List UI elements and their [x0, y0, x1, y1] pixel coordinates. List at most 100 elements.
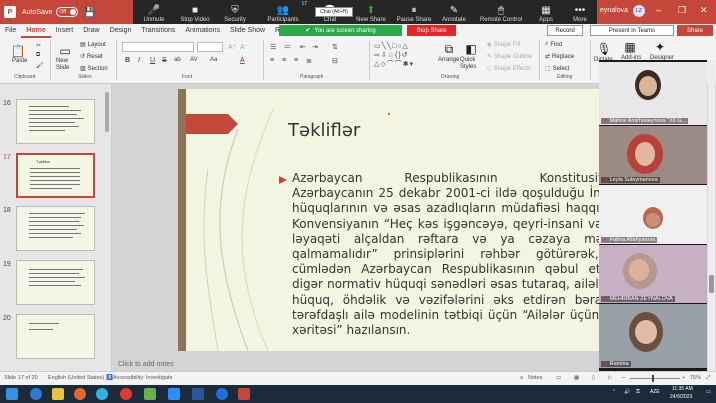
slide-title[interactable]: Təkliflər — [288, 120, 360, 141]
align-text-icon[interactable]: ⊟ — [332, 57, 338, 65]
accessibility-status[interactable]: Accessibility: Investigate — [113, 375, 173, 381]
font-color-button[interactable]: A — [240, 57, 245, 64]
slide-body-text[interactable]: Azərbaycan Respublikasının Konstitusiyas… — [292, 171, 599, 338]
remote-control-button[interactable]: 🖱 Remote Control — [473, 0, 529, 25]
zoom-level[interactable]: 75% — [690, 375, 701, 381]
normal-view-icon[interactable]: ▭ — [556, 375, 561, 381]
language-tray[interactable]: AZE — [650, 389, 660, 395]
notification-icon[interactable]: ▭ — [706, 389, 711, 395]
strikethrough-button[interactable]: S — [162, 57, 167, 64]
reset-button[interactable]: ↺ Reset — [80, 53, 103, 61]
shadow-button[interactable]: ab — [174, 57, 181, 63]
paste-button[interactable]: Paste — [12, 58, 27, 64]
record-button[interactable]: Record — [547, 25, 583, 36]
replace-button[interactable]: ⇄ Replace — [545, 53, 574, 61]
justify-icon[interactable]: ≣ — [306, 57, 312, 65]
accessibility-icon[interactable]: ♿ — [106, 375, 113, 381]
powerpoint-taskbar-icon[interactable] — [238, 388, 250, 400]
decrease-font-icon[interactable]: A⁻ — [240, 43, 248, 51]
participant-tile[interactable]: ✕ MEHRIBAN ZEYNALOVA — [599, 245, 707, 303]
tray-arrow-icon[interactable]: ⌃ — [612, 389, 616, 395]
apps-button[interactable]: ▦ Apps — [529, 0, 563, 25]
underline-button[interactable]: U — [150, 57, 155, 64]
participant-tile[interactable]: ✕ Ramina — [599, 304, 707, 368]
close-icon[interactable]: ✕ — [700, 5, 708, 16]
increase-font-icon[interactable]: A⁺ — [228, 43, 236, 51]
file-explorer-icon[interactable] — [52, 388, 64, 400]
current-slide[interactable]: Təkliflər Azərbaycan Respublikasının Kon… — [178, 89, 599, 351]
firefox-icon[interactable] — [74, 388, 86, 400]
slide-thumbnail-20[interactable] — [16, 314, 95, 359]
change-case-button[interactable]: Aa — [210, 57, 217, 63]
present-in-teams-button[interactable]: Present in Teams — [590, 25, 674, 36]
slide-thumbnail-19[interactable] — [16, 260, 95, 305]
tab-insert[interactable]: Insert — [51, 24, 79, 38]
annotate-button[interactable]: ✎ Annotate — [435, 0, 473, 25]
arrange-button[interactable]: Arrange — [438, 57, 459, 63]
zoom-in-icon[interactable]: + — [682, 375, 685, 381]
clock-time[interactable]: 11:35 AM — [672, 386, 693, 392]
restore-icon[interactable]: ❐ — [678, 5, 686, 16]
save-icon[interactable]: 💾 — [84, 7, 95, 18]
character-spacing-button[interactable]: AV — [190, 57, 198, 63]
tab-slide-show[interactable]: Slide Show — [225, 24, 270, 38]
shapes-gallery[interactable]: ▭╲╲□○△ ⇨⇩☆{}↺ △◇⌒⌒✱▾ — [374, 42, 426, 70]
notes-icon[interactable]: ≡ — [520, 375, 523, 381]
participants-button[interactable]: 👥 17 Participants — [255, 0, 311, 25]
zoom-app-icon[interactable] — [168, 388, 180, 400]
participant-tile[interactable]: ✕ Fatma Allahyarova — [599, 185, 707, 244]
tab-design[interactable]: Design — [105, 24, 137, 38]
pause-share-button[interactable]: ⏸ Pause Share — [393, 0, 435, 25]
participant-tile[interactable]: ✕ Mahire Amirhuseynova "XII G... — [599, 62, 707, 125]
stop-share-button[interactable]: Stop Share — [407, 25, 456, 36]
stop-video-button[interactable]: ■ Stop Video — [175, 0, 215, 25]
zoom-slider-thumb[interactable] — [652, 375, 654, 382]
shape-outline-button[interactable]: ✎ Shape Outline — [487, 53, 532, 61]
slide-thumbnail-18[interactable] — [16, 206, 95, 251]
slide-thumbnail-17[interactable]: Təkliflər — [16, 153, 95, 198]
notes-placeholder[interactable]: Click to add notes — [118, 361, 174, 368]
fit-to-window-icon[interactable]: ⤢ — [706, 375, 710, 382]
avatar[interactable]: LZ — [633, 5, 645, 17]
cut-icon[interactable]: ✂ — [36, 42, 41, 49]
italic-button[interactable]: I — [138, 57, 140, 64]
tab-animations[interactable]: Animations — [180, 24, 225, 38]
font-size-select[interactable] — [197, 42, 223, 52]
section-button[interactable]: ▥ Section — [80, 65, 108, 73]
participant-tile[interactable]: ✕ Leyla Suleymanova — [599, 126, 707, 184]
increase-indent-icon[interactable]: ⇥ — [312, 43, 318, 51]
opera-icon[interactable] — [120, 388, 132, 400]
quick-styles-button[interactable]: Quick Styles — [460, 57, 480, 71]
slide-sorter-icon[interactable]: ▦ — [574, 375, 579, 381]
volume-icon[interactable]: 🔊 — [624, 389, 630, 395]
gallery-scrollbar[interactable] — [708, 60, 715, 371]
format-painter-icon[interactable]: 🖌 — [36, 62, 44, 69]
network-icon[interactable]: ⚿ — [636, 389, 640, 395]
thumbnails-scrollbar[interactable] — [105, 92, 109, 132]
language-indicator[interactable]: English (United States) — [48, 375, 104, 381]
bullets-icon[interactable]: ☰ — [270, 43, 276, 51]
layout-button[interactable]: ▤ Layout — [80, 41, 106, 49]
align-right-icon[interactable]: ≡ — [294, 57, 298, 64]
clock-date[interactable]: 24/9/2023 — [670, 394, 692, 400]
share-button[interactable]: Share — [677, 25, 713, 36]
unmute-button[interactable]: 🎤 Unmute — [133, 0, 175, 25]
notes-button[interactable]: Notes — [528, 375, 542, 381]
find-button[interactable]: ⌕ Find — [545, 41, 562, 48]
zoom-slider[interactable] — [630, 378, 680, 379]
tab-transitions[interactable]: Transitions — [136, 24, 180, 38]
align-center-icon[interactable]: ≡ — [282, 57, 286, 64]
scrollbar-thumb[interactable] — [709, 275, 714, 293]
minimize-icon[interactable]: – — [656, 5, 661, 15]
tab-file[interactable]: File — [0, 24, 21, 38]
font-family-select[interactable] — [122, 42, 194, 52]
copy-icon[interactable]: ⧉ — [36, 52, 40, 59]
word-icon[interactable] — [192, 388, 204, 400]
new-slide-button[interactable]: New Slide — [56, 58, 76, 72]
shape-effects-button[interactable]: ◇ Shape Effects — [487, 65, 531, 73]
edge-icon[interactable] — [96, 388, 108, 400]
shape-fill-button[interactable]: ◈ Shape Fill — [487, 41, 520, 49]
align-left-icon[interactable]: ≡ — [270, 57, 274, 64]
tab-draw[interactable]: Draw — [78, 24, 104, 38]
tools-icon[interactable] — [144, 388, 156, 400]
